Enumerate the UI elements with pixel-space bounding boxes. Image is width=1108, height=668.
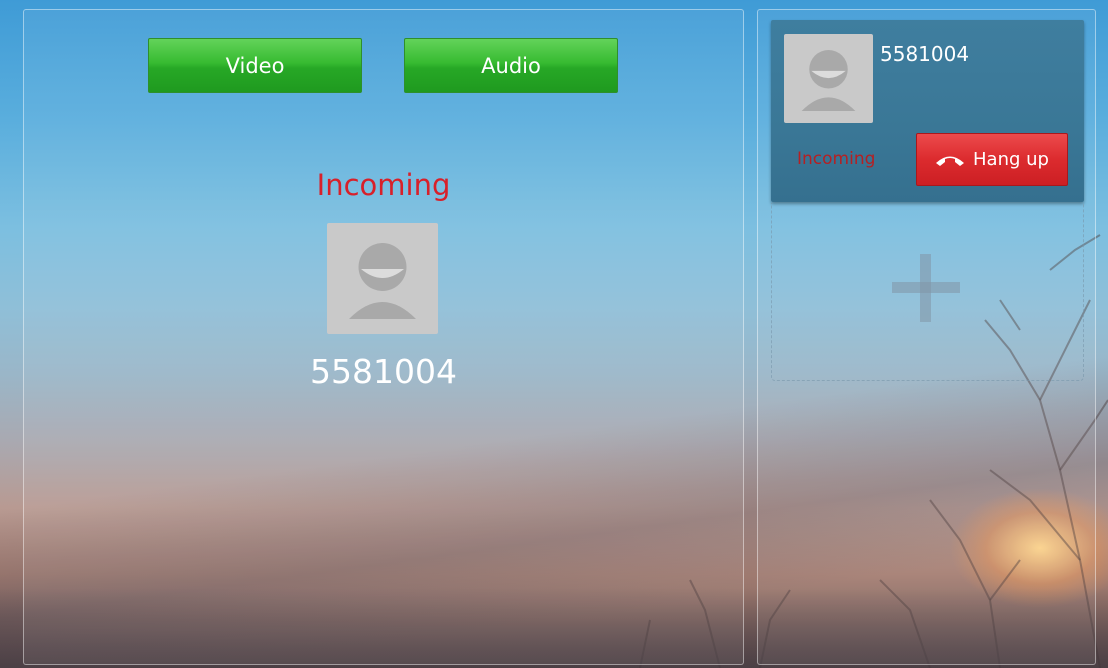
call-screen: Video Audio Incoming 5581004 5581004 Inc…: [0, 0, 1108, 668]
audio-answer-button[interactable]: Audio: [404, 38, 618, 93]
person-placeholder-icon: [801, 50, 856, 111]
main-call-panel: [23, 9, 744, 665]
video-answer-button[interactable]: Video: [148, 38, 362, 93]
caller-avatar: [327, 223, 438, 334]
phone-hangup-icon: [936, 156, 965, 166]
line-number: 5581004: [880, 42, 970, 66]
hangup-button[interactable]: Hang up: [916, 133, 1068, 186]
person-placeholder-icon: [349, 243, 416, 319]
plus-icon[interactable]: [892, 254, 960, 322]
line-status: Incoming: [797, 149, 876, 169]
call-status-label: Incoming: [316, 168, 451, 202]
line-avatar: [784, 34, 873, 123]
caller-number: 5581004: [310, 352, 457, 391]
hangup-label: Hang up: [973, 149, 1049, 170]
